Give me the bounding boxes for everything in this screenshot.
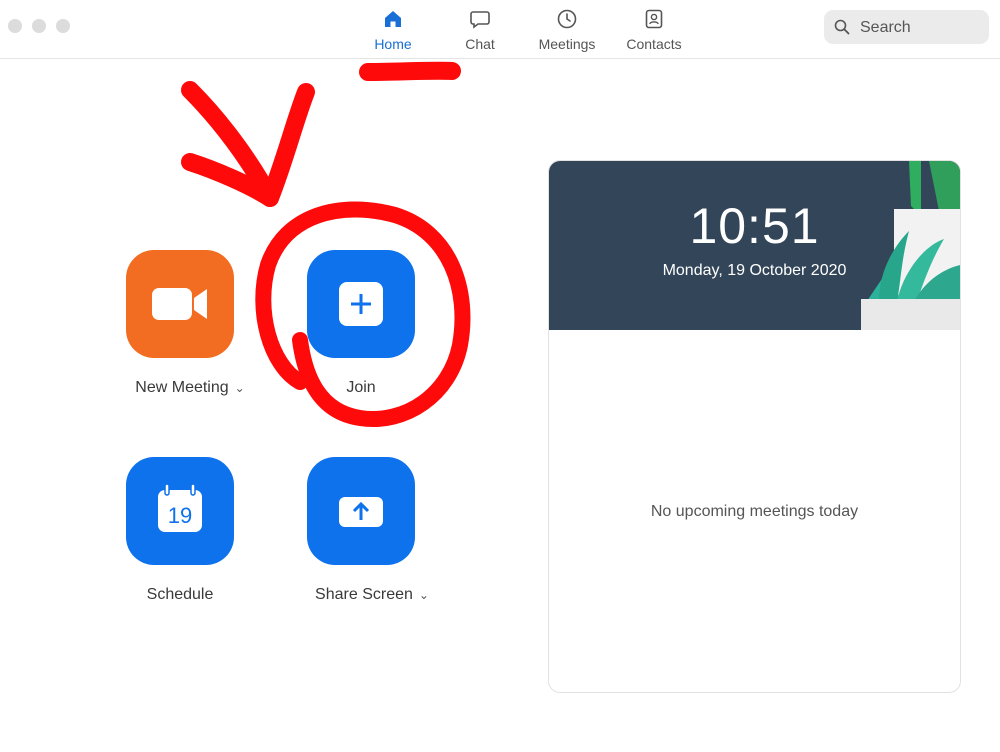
tab-home-label: Home xyxy=(374,36,412,52)
tab-chat[interactable]: Chat xyxy=(440,6,520,54)
red-arrow-head xyxy=(181,83,315,207)
schedule-label: Schedule xyxy=(146,586,214,603)
minimize-window-button[interactable] xyxy=(32,19,46,33)
schedule-button[interactable]: 19 xyxy=(126,457,234,565)
tab-contacts-label: Contacts xyxy=(626,36,682,52)
home-icon xyxy=(385,11,401,27)
search-icon xyxy=(834,19,850,35)
share-screen-label: Share Screen xyxy=(315,586,413,603)
join-label: Join xyxy=(346,379,376,396)
share-screen-label-row[interactable]: Share Screen ⌄ xyxy=(307,586,437,604)
plus-icon xyxy=(339,282,383,326)
share-screen-button[interactable] xyxy=(307,457,415,565)
search-box[interactable] xyxy=(824,10,989,46)
clock-header: 10:51 Monday, 19 October 2020 xyxy=(549,161,960,330)
new-meeting-label: New Meeting xyxy=(135,379,229,396)
share-screen-icon xyxy=(339,497,383,527)
chevron-down-icon[interactable]: ⌄ xyxy=(235,381,245,395)
join-button[interactable] xyxy=(307,250,415,358)
new-meeting-button[interactable] xyxy=(126,250,234,358)
title-bar: Home Chat Meetings Contacts xyxy=(0,0,1000,59)
zoom-window-button[interactable] xyxy=(56,19,70,33)
calendar-day: 19 xyxy=(168,503,192,528)
red-arrow-shaft xyxy=(181,81,279,207)
chat-icon xyxy=(470,11,490,29)
contacts-icon xyxy=(645,9,663,29)
tab-contacts[interactable]: Contacts xyxy=(614,6,694,54)
tab-meetings-label: Meetings xyxy=(538,36,596,52)
current-time: 10:51 xyxy=(689,198,820,254)
red-dash-mark xyxy=(359,61,461,81)
clock-icon xyxy=(557,9,577,29)
no-meetings-message: No upcoming meetings today xyxy=(650,503,859,520)
close-window-button[interactable] xyxy=(8,19,22,33)
calendar-icon: 19 xyxy=(158,483,202,532)
search-input[interactable] xyxy=(858,10,987,46)
video-camera-icon xyxy=(152,288,207,320)
tab-meetings[interactable]: Meetings xyxy=(527,6,607,54)
new-meeting-label-row[interactable]: New Meeting ⌄ xyxy=(126,379,254,397)
chevron-down-icon[interactable]: ⌄ xyxy=(419,588,429,602)
tab-chat-label: Chat xyxy=(465,36,495,52)
current-date: Monday, 19 October 2020 xyxy=(662,262,847,279)
tab-home[interactable]: Home xyxy=(353,6,433,54)
upcoming-meetings-card: 10:51 Monday, 19 October 2020 No upcomin… xyxy=(548,160,961,693)
